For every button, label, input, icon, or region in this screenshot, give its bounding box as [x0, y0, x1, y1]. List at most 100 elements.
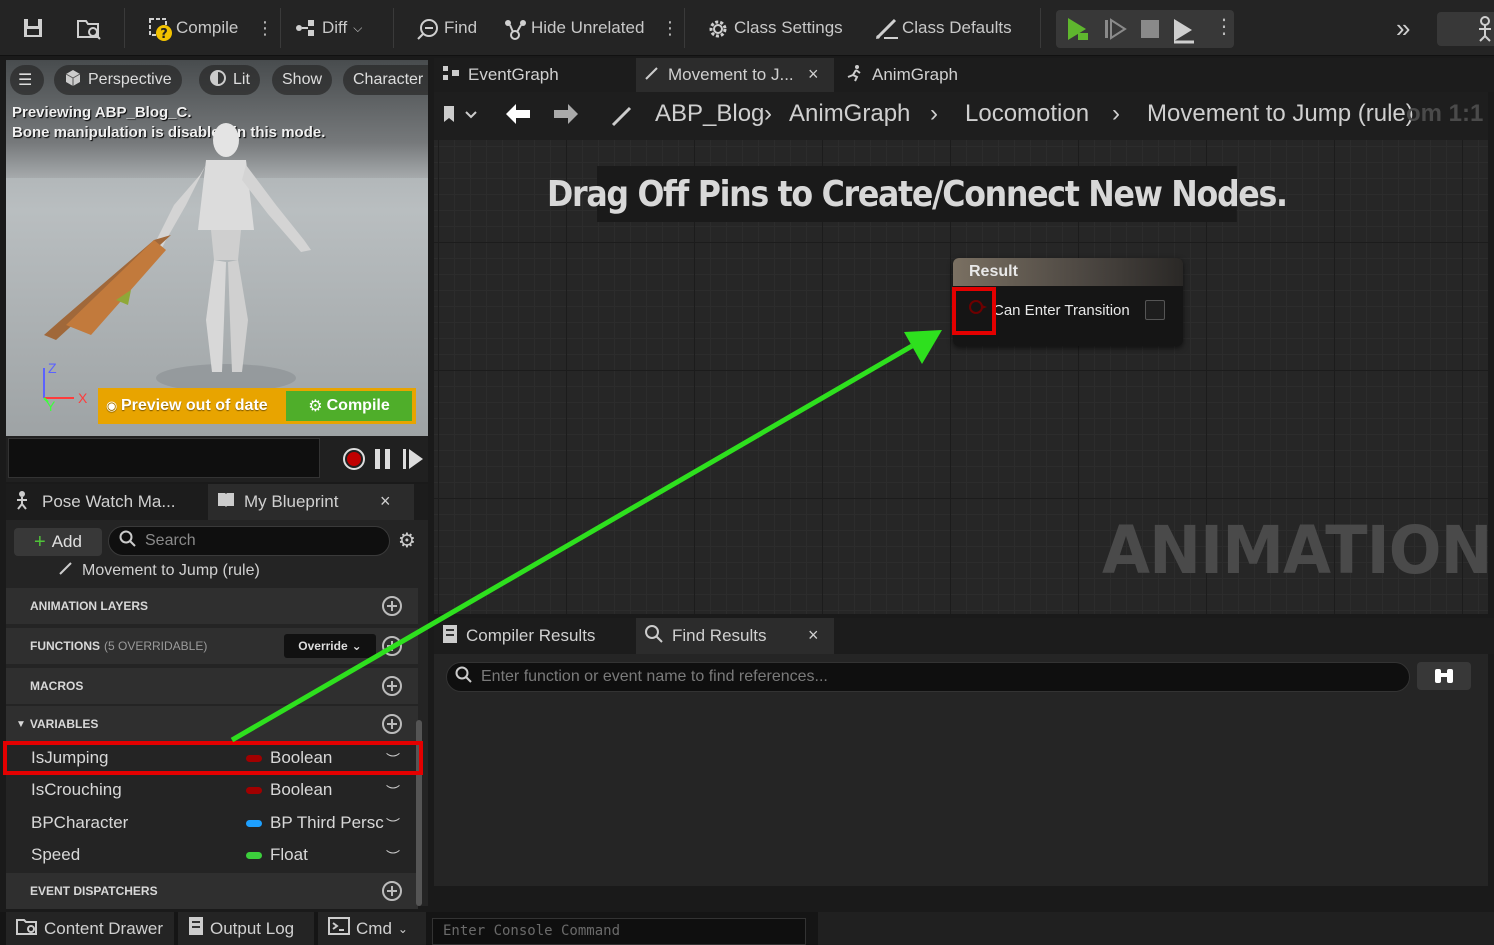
skeleton-mode-button[interactable] — [1437, 12, 1494, 46]
breadcrumb-locomotion[interactable]: Locomotion — [965, 100, 1089, 128]
graph-tabs: EventGraph Movement to J... × AnimGraph — [434, 58, 1494, 92]
variable-row[interactable]: IsCrouching Boolean ︶ — [6, 774, 418, 806]
preview-viewport[interactable]: ☰ Perspective Lit Show Character Preview… — [6, 60, 428, 436]
eject-icon — [1174, 19, 1194, 44]
tab-find-results[interactable]: Find Results × — [636, 618, 834, 654]
chevron-down-icon: ⌄ — [351, 639, 362, 653]
step-button[interactable] — [1102, 16, 1128, 47]
visibility-eye-icon[interactable]: ︶ — [386, 847, 400, 867]
stop-button[interactable] — [1140, 19, 1160, 44]
lit-sphere-icon — [209, 69, 227, 92]
hide-unrelated-label: Hide Unrelated — [531, 18, 645, 37]
play-options-kebab[interactable]: ⋮ — [1214, 14, 1234, 39]
blueprint-search-input[interactable]: Search — [108, 526, 390, 556]
content-drawer-label: Content Drawer — [44, 918, 164, 938]
class-settings-label: Class Settings — [734, 18, 843, 37]
character-button[interactable]: Character — [343, 65, 428, 95]
compile-options-kebab[interactable]: ⋮ — [256, 0, 274, 56]
tab-movement-to-jump[interactable]: Movement to J... × — [636, 58, 834, 92]
perspective-button[interactable]: Perspective — [54, 65, 182, 95]
status-bar-fill — [818, 912, 1494, 945]
viewport-compile-label: Compile — [326, 397, 390, 414]
current-graph-item-label: Movement to Jump (rule) — [82, 561, 260, 579]
my-blueprint-panel: + Add Search ⚙ Movement to Jump (rule) A… — [6, 520, 428, 909]
add-variable-icon[interactable] — [382, 714, 402, 734]
forward-button[interactable] — [552, 102, 580, 131]
type-pill-icon — [246, 786, 262, 794]
variable-row[interactable]: Speed Float ︶ — [6, 839, 418, 871]
cmd-dropdown[interactable]: Cmd ⌄ — [318, 912, 426, 945]
eject-button[interactable] — [1170, 16, 1198, 49]
content-drawer-button[interactable]: Content Drawer — [6, 912, 174, 945]
settings-gear-icon[interactable]: ⚙ — [398, 528, 416, 553]
add-macro-icon[interactable] — [382, 676, 402, 696]
tab-compiler-results[interactable]: Compiler Results — [434, 618, 632, 654]
play-button[interactable] — [1064, 15, 1092, 48]
pause-button[interactable] — [373, 448, 393, 475]
event-graph-icon — [442, 65, 460, 86]
toolbar-separator — [1040, 8, 1041, 48]
diff-dropdown[interactable]: Diff ⌵ — [294, 0, 362, 56]
find-in-all-blueprints-button[interactable] — [1417, 662, 1471, 690]
override-label: Override — [298, 639, 348, 653]
section-functions[interactable]: FUNCTIONS (5 OVERRIDABLE) Override ⌄ — [6, 628, 418, 664]
viewport-compile-button[interactable]: ⚙ Compile — [286, 391, 412, 421]
section-event-dispatchers[interactable]: EVENT DISPATCHERS — [6, 873, 418, 909]
record-button[interactable] — [342, 447, 366, 476]
can-enter-transition-checkbox[interactable] — [1145, 300, 1165, 320]
viewport-menu-button[interactable]: ☰ — [10, 65, 44, 95]
compile-button[interactable]: ? Compile — [148, 0, 238, 56]
toolbar-overflow-button[interactable]: » — [1396, 0, 1410, 56]
variable-type-label: Boolean — [270, 780, 333, 799]
double-chevron-right-icon: » — [1396, 12, 1411, 43]
save-button[interactable] — [22, 0, 44, 56]
hide-unrelated-button[interactable]: Hide Unrelated — [503, 0, 644, 56]
browse-folder-icon — [76, 17, 101, 40]
back-button[interactable] — [504, 102, 532, 131]
tab-close-icon[interactable]: × — [380, 491, 391, 512]
section-macros[interactable]: MACROS — [6, 668, 418, 704]
tab-close-icon[interactable]: × — [808, 64, 819, 85]
hide-unrelated-options-kebab[interactable]: ⋮ — [661, 0, 679, 56]
add-animation-layer-icon[interactable] — [382, 596, 402, 616]
play-icon — [1068, 18, 1088, 40]
tab-anim-graph[interactable]: AnimGraph — [838, 58, 998, 92]
recording-timeline[interactable] — [8, 438, 320, 478]
output-log-button[interactable]: Output Log — [178, 912, 314, 945]
current-graph-item[interactable]: Movement to Jump (rule) — [58, 560, 260, 581]
plus-icon: + — [34, 530, 46, 553]
add-button[interactable]: + Add — [14, 528, 102, 556]
tab-my-blueprint[interactable]: My Blueprint × — [208, 484, 414, 520]
step-forward-button[interactable] — [402, 448, 424, 475]
tab-close-icon[interactable]: × — [808, 625, 819, 646]
browse-button[interactable] — [76, 0, 101, 56]
lit-button[interactable]: Lit — [199, 65, 260, 95]
visibility-eye-icon[interactable]: ︶ — [386, 782, 400, 802]
breadcrumb-movement-to-jump[interactable]: Movement to Jump (rule) — [1147, 100, 1414, 128]
bookmark-dropdown[interactable] — [442, 104, 478, 131]
isjumping-highlight-box — [3, 741, 423, 775]
graph-canvas[interactable]: ABP_Blog › AnimGraph › Locomotion › Move… — [434, 92, 1488, 614]
variable-row[interactable]: BPCharacter BP Third Persc ︶ — [6, 807, 418, 839]
compile-status-icon: ? — [148, 17, 172, 42]
add-function-icon[interactable] — [382, 636, 402, 656]
search-placeholder: Search — [145, 532, 196, 549]
breadcrumb-animgraph[interactable]: AnimGraph — [789, 100, 910, 128]
tab-pose-watch[interactable]: Pose Watch Ma... — [6, 484, 206, 520]
breadcrumb-abp-blog[interactable]: ABP_Blog — [655, 100, 764, 128]
override-dropdown[interactable]: Override ⌄ — [284, 634, 376, 658]
perspective-label: Perspective — [88, 71, 172, 88]
class-defaults-button[interactable]: Class Defaults — [874, 0, 1012, 56]
visibility-eye-icon[interactable]: ︶ — [386, 815, 400, 835]
class-settings-button[interactable]: Class Settings — [706, 0, 843, 56]
find-button[interactable]: Find — [416, 0, 477, 56]
console-command-input[interactable]: Enter Console Command — [432, 918, 806, 945]
tab-pose-watch-label: Pose Watch Ma... — [42, 492, 176, 511]
add-event-dispatcher-icon[interactable] — [382, 881, 402, 901]
section-variables[interactable]: ▼ VARIABLES — [6, 706, 418, 742]
tab-event-graph[interactable]: EventGraph — [434, 58, 632, 92]
show-button[interactable]: Show — [272, 65, 333, 95]
section-animation-layers[interactable]: ANIMATION LAYERS — [6, 588, 418, 624]
find-references-input[interactable]: Enter function or event name to find ref… — [446, 662, 1410, 692]
step-forward-icon — [403, 449, 423, 469]
